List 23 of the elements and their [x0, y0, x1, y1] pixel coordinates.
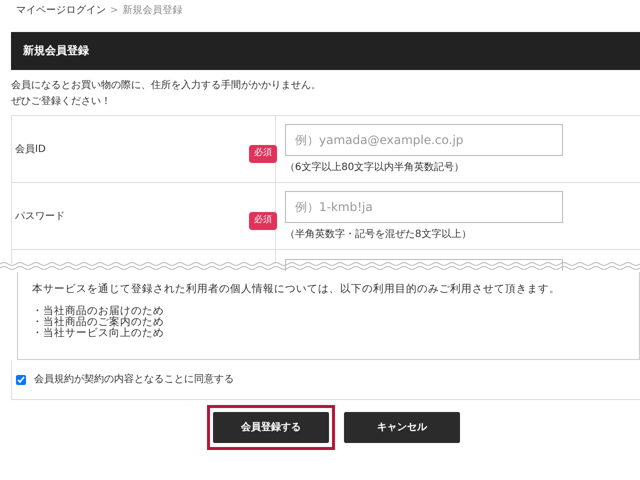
agree-checkbox[interactable]: [16, 374, 26, 384]
breadcrumb-separator: >: [110, 5, 118, 16]
breadcrumb-link[interactable]: マイページログイン: [16, 5, 106, 16]
breadcrumb-current: 新規会員登録: [122, 5, 182, 16]
field-label: パスワード: [15, 210, 65, 224]
register-button[interactable]: 会員登録する: [213, 412, 329, 443]
cancel-button[interactable]: キャンセル: [344, 412, 460, 443]
policy-list-item: ・当社商品のお届けのため: [32, 306, 165, 317]
page-header-title: 新規会員登録: [11, 32, 640, 70]
field-hint: （6文字以上80文字以内半角英数記号）: [285, 160, 466, 175]
input-field[interactable]: [285, 259, 563, 271]
agree-label: 会員規約が契約の内容となることに同意する: [34, 372, 234, 387]
input-field[interactable]: 例）1-kmb!ja: [285, 191, 563, 223]
policy-list-item: ・当社商品のご案内のため: [32, 317, 165, 328]
required-badge: 必須: [249, 145, 277, 163]
intro-text: 会員になるとお買い物の際に、住所を入力する手間がかかりません。: [11, 78, 322, 93]
required-badge: 必須: [249, 212, 277, 230]
policy-list-item: ・当社サービス向上のため: [32, 328, 165, 339]
intro-text: ぜひご登録ください！: [11, 95, 112, 109]
policy-text: 本サービスを通じて登録された利用者の個人情報については、以下の利用目的のみご利用させて頂きます。: [32, 284, 561, 295]
input-field[interactable]: 例）yamada@example.co.jp: [285, 124, 563, 156]
field-hint: （半角英数字・記号を混ぜた8文字以上）: [285, 228, 472, 242]
field-label: 会員ID: [15, 142, 46, 156]
